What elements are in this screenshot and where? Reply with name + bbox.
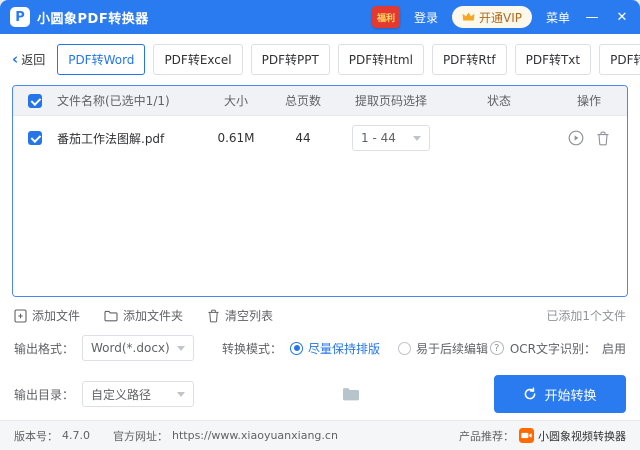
- file-name: 番茄工作法图解.pdf: [57, 131, 165, 146]
- radio-dot-icon: [290, 341, 304, 355]
- header-size: 大小: [223, 94, 248, 108]
- tab-pdf-to-html[interactable]: PDF转Html: [337, 44, 424, 75]
- radio-keep-layout-label: 尽量保持排版: [308, 341, 381, 356]
- page-range-select[interactable]: 1 - 44: [352, 125, 430, 151]
- website-label: 官方网址：: [113, 429, 168, 443]
- page-range-value: 1 - 44: [361, 131, 396, 145]
- select-all-checkbox[interactable]: [28, 93, 42, 108]
- output-dir-label: 输出目录：: [14, 387, 75, 402]
- choose-directory-folder-icon[interactable]: [342, 387, 360, 402]
- close-button[interactable]: ✕: [614, 10, 630, 25]
- header-pages: 总页数: [284, 94, 321, 108]
- row-checkbox[interactable]: [28, 131, 42, 145]
- radio-easy-edit[interactable]: 易于后续编辑: [398, 340, 488, 357]
- app-title: 小圆象PDF转换器: [37, 11, 149, 27]
- added-count: 已添加1个文件: [546, 309, 626, 323]
- radio-dot-icon: [398, 341, 412, 355]
- tab-pdf-to-word[interactable]: PDF转Word: [57, 44, 146, 75]
- ocr-group: ? OCR文字识别： 启用: [489, 340, 626, 357]
- table-row[interactable]: 番茄工作法图解.pdf 0.61M 44 1 - 44: [13, 116, 627, 160]
- start-convert-button[interactable]: 开始转换: [494, 375, 626, 413]
- tab-pdf-to-ppt[interactable]: PDF转PPT: [250, 44, 330, 75]
- add-folder-icon: [104, 310, 118, 322]
- add-file-label: 添加文件: [32, 309, 81, 323]
- output-format-select[interactable]: Word(*.docx): [82, 335, 195, 361]
- output-format-label: 输出格式：: [14, 341, 75, 356]
- back-label: 返回: [21, 53, 46, 67]
- preview-play-icon[interactable]: [568, 130, 584, 146]
- radio-easy-edit-label: 易于后续编辑: [416, 341, 489, 356]
- tab-pdf-to-excel[interactable]: PDF转Excel: [153, 44, 243, 75]
- welfare-badge-icon[interactable]: 福利: [371, 6, 400, 28]
- minimize-button[interactable]: —: [584, 10, 600, 25]
- add-file-button[interactable]: 添加文件: [14, 307, 80, 324]
- back-chevron-icon: ‹: [12, 50, 19, 68]
- chevron-down-icon: [177, 391, 186, 397]
- website-link[interactable]: https://www.xiaoyuanxiang.cn: [172, 429, 338, 442]
- start-convert-label: 开始转换: [544, 388, 597, 404]
- action-bar: 添加文件 添加文件夹 清空列表 已添加1个文件: [0, 297, 640, 328]
- output-format-value: Word(*.docx): [91, 341, 170, 355]
- table-header-row: 文件名称(已选中1/1) 大小 总页数 提取页码选择 状态 操作: [13, 86, 627, 116]
- refresh-icon: [523, 387, 537, 401]
- add-folder-label: 添加文件夹: [123, 309, 184, 323]
- header-operations: 操作: [576, 94, 601, 108]
- file-table: 文件名称(已选中1/1) 大小 总页数 提取页码选择 状态 操作 番茄工作法图解…: [12, 85, 628, 297]
- convert-mode-label: 转换模式：: [222, 341, 283, 356]
- titlebar: P 小圆象PDF转换器 福利 登录 开通VIP 菜单 — ✕: [0, 0, 640, 34]
- help-icon[interactable]: ?: [489, 341, 504, 355]
- output-dir-select[interactable]: 自定义路径: [82, 381, 195, 407]
- login-button[interactable]: 登录: [414, 9, 438, 26]
- clear-list-button[interactable]: 清空列表: [207, 307, 273, 324]
- file-pages: 44: [295, 131, 311, 145]
- footer: 版本号： 4.7.0 官方网址： https://www.xiaoyuanxia…: [0, 420, 640, 450]
- output-dir-value: 自定义路径: [91, 387, 152, 402]
- crown-icon: [462, 12, 475, 22]
- version-value: 4.7.0: [62, 429, 90, 442]
- tab-pdf-to-txt[interactable]: PDF转Txt: [514, 44, 592, 75]
- header-page-range: 提取页码选择: [354, 94, 427, 108]
- version-label: 版本号：: [14, 429, 58, 443]
- recommend-value: 小圆象视频转换器: [538, 429, 626, 443]
- delete-row-icon[interactable]: [596, 131, 610, 146]
- header-status: 状态: [486, 94, 511, 108]
- vip-button[interactable]: 开通VIP: [451, 6, 532, 28]
- header-file-name: 文件名称(已选中1/1): [57, 94, 170, 108]
- convert-mode-group: 尽量保持排版 易于后续编辑: [290, 340, 488, 357]
- radio-keep-layout[interactable]: 尽量保持排版: [290, 340, 380, 357]
- tab-bar: ‹ 返回 PDF转Word PDF转Excel PDF转PPT PDF转Html…: [0, 34, 640, 83]
- clear-list-icon: [207, 309, 220, 323]
- app-window: P 小圆象PDF转换器 福利 登录 开通VIP 菜单 — ✕ ‹ 返回 PDF转…: [0, 0, 640, 450]
- ocr-enable-button[interactable]: 启用: [602, 340, 626, 357]
- table-empty-area: [13, 160, 627, 296]
- add-folder-button[interactable]: 添加文件夹: [104, 307, 183, 324]
- chevron-down-icon: [413, 135, 421, 141]
- menu-button[interactable]: 菜单: [546, 9, 570, 26]
- file-size: 0.61M: [217, 131, 255, 145]
- tab-pdf-to-image[interactable]: PDF转图片: [599, 44, 640, 75]
- clear-list-label: 清空列表: [225, 309, 274, 323]
- recommended-product-link[interactable]: 小圆象视频转换器: [519, 428, 626, 444]
- settings-row-output: 输出目录： 自定义路径 开始转换: [0, 368, 640, 420]
- back-button[interactable]: ‹ 返回: [12, 51, 45, 68]
- app-logo-icon: P: [10, 7, 30, 27]
- tab-pdf-to-rtf[interactable]: PDF转Rtf: [431, 44, 507, 75]
- video-converter-icon: [519, 428, 534, 443]
- settings-row-format: 输出格式： Word(*.docx) 转换模式： 尽量保持排版 易于后续编辑 ?…: [0, 328, 640, 368]
- recommend-label: 产品推荐：: [459, 429, 514, 443]
- chevron-down-icon: [177, 345, 186, 351]
- add-file-icon: [14, 308, 27, 323]
- ocr-label: OCR文字识别：: [509, 341, 596, 356]
- vip-label: 开通VIP: [478, 10, 522, 25]
